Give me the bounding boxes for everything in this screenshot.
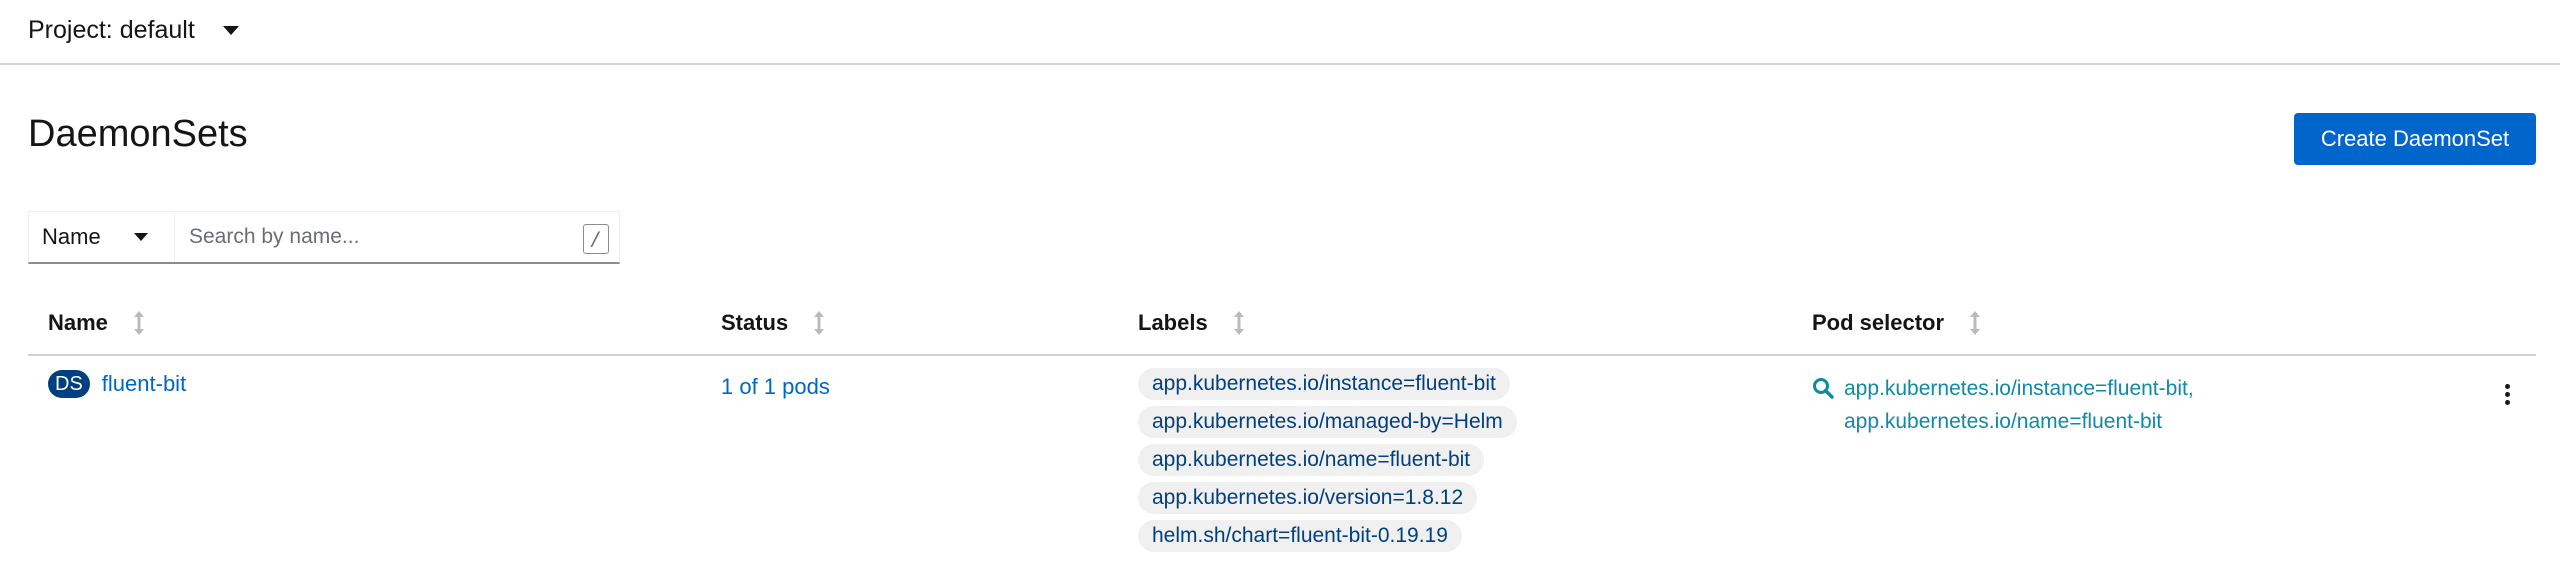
label-chip[interactable]: helm.sh/chart=fluent-bit-0.19.19 (1138, 520, 1462, 552)
selector-line: app.kubernetes.io/name=fluent-bit (1844, 410, 2163, 433)
pod-status-link[interactable]: 1 of 1 pods (721, 374, 830, 399)
column-header-name[interactable]: Name (48, 310, 144, 336)
selector-text: app.kubernetes.io/instance=fluent-bit, a… (1844, 372, 2194, 438)
caret-down-icon (134, 233, 148, 241)
keyboard-shortcut-hint: / (583, 224, 609, 254)
kebab-icon[interactable] (2495, 380, 2519, 408)
label-chip[interactable]: app.kubernetes.io/managed-by=Helm (1138, 406, 1517, 438)
column-header-label: Labels (1138, 310, 1208, 335)
kebab-dot (2504, 383, 2510, 389)
search-icon (1812, 377, 1834, 399)
name-cell: DS fluent-bit (48, 370, 186, 398)
daemonset-name-link[interactable]: fluent-bit (102, 371, 186, 397)
kebab-dot (2504, 391, 2510, 397)
column-header-label: Pod selector (1812, 310, 1945, 335)
pod-selector-cell[interactable]: app.kubernetes.io/instance=fluent-bit, a… (1812, 372, 2194, 438)
column-header-status[interactable]: Status (721, 310, 825, 336)
page-title: DaemonSets (28, 113, 248, 155)
search-input[interactable] (175, 212, 619, 262)
table-header: Name Status Labels Pod selector (28, 300, 2536, 356)
label-chip[interactable]: app.kubernetes.io/version=1.8.12 (1138, 482, 1478, 514)
sort-icon (1233, 311, 1244, 335)
status-cell: 1 of 1 pods (721, 374, 830, 400)
filter-type-label: Name (42, 224, 101, 249)
sort-icon (1970, 311, 1981, 335)
project-label: Project: default (28, 15, 195, 44)
selector-line: app.kubernetes.io/instance=fluent-bit, (1844, 377, 2194, 400)
sort-icon (814, 311, 825, 335)
column-header-pod-selector[interactable]: Pod selector (1812, 310, 1981, 336)
caret-down-icon (222, 25, 239, 35)
filter-toolbar: Name / (28, 211, 620, 264)
filter-type-select[interactable]: Name (29, 212, 175, 262)
create-daemonset-button[interactable]: Create DaemonSet (2294, 113, 2536, 165)
column-header-label: Status (721, 310, 789, 335)
kebab-dot (2504, 399, 2510, 405)
table-row: DS fluent-bit 1 of 1 pods app.kubernetes… (28, 356, 2536, 573)
column-header-label: Name (48, 310, 108, 335)
project-dropdown[interactable]: Project: default (28, 12, 239, 48)
resource-badge: DS (48, 370, 90, 398)
sort-icon (133, 311, 144, 335)
labels-cell: app.kubernetes.io/instance=fluent-bit ap… (1138, 368, 1517, 552)
column-header-labels[interactable]: Labels (1138, 310, 1244, 336)
project-bar: Project: default (0, 0, 2560, 65)
label-chip[interactable]: app.kubernetes.io/instance=fluent-bit (1138, 368, 1510, 400)
search-wrapper: / (175, 212, 619, 262)
label-chip[interactable]: app.kubernetes.io/name=fluent-bit (1138, 444, 1485, 476)
